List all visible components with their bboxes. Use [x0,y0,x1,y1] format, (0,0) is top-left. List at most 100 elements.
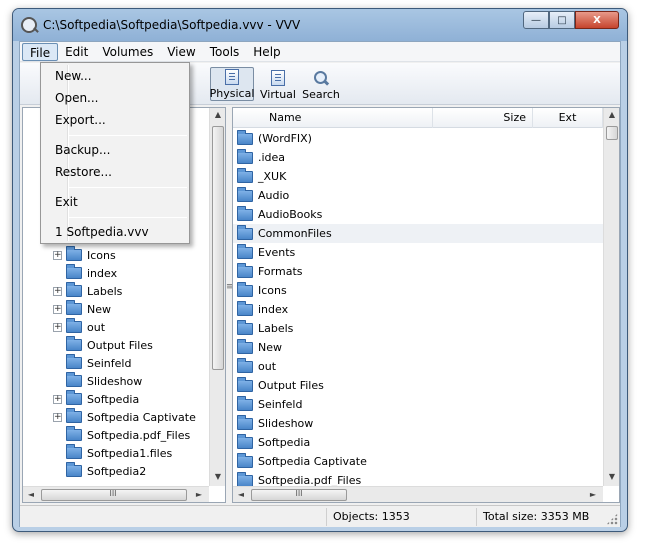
folder-icon [237,205,253,221]
folder-icon [237,243,253,259]
column-name[interactable]: Name [233,108,433,128]
tree-item[interactable]: index [53,264,117,282]
file-row[interactable]: Softpedia Captivate [233,452,603,471]
tree-item[interactable]: + out [53,318,105,336]
minimize-button[interactable]: — [523,11,549,29]
column-size[interactable]: Size [433,108,533,128]
tree-item[interactable]: + Softpedia [53,390,139,408]
expand-icon[interactable]: + [53,250,62,260]
file-row[interactable]: Output Files [233,376,603,395]
scroll-right-arrow[interactable]: ► [587,490,599,499]
file-row[interactable]: New [233,338,603,357]
folder-icon [66,372,82,387]
files-vertical-scrollbar[interactable]: ▲ ▼ [603,108,619,486]
tree-item[interactable]: Slideshow [53,372,142,390]
resize-grip[interactable] [606,513,618,525]
tree-item[interactable]: + New [53,300,111,318]
tree-item[interactable]: + Softpedia Captivate [53,408,196,426]
maximize-button[interactable]: □ [549,11,575,29]
tree-item[interactable]: + Icons [53,246,116,264]
expand-icon[interactable]: + [53,286,62,296]
menu-restore[interactable]: Restore... [43,162,187,183]
file-row[interactable]: AudioBooks [233,205,603,224]
scroll-down-arrow[interactable]: ▼ [604,472,619,481]
menu-tools[interactable]: Tools [203,43,247,61]
expand-icon[interactable]: + [53,304,62,314]
file-row[interactable]: (WordFIX) [233,129,603,148]
tree-item[interactable]: Softpedia2 [53,462,146,480]
scroll-grip: III [295,489,303,498]
file-row[interactable]: Events [233,243,603,262]
tree-item[interactable]: Output Files [53,336,153,354]
menu-separator [69,187,187,188]
expand-icon[interactable]: + [53,394,62,404]
file-row[interactable]: Softpedia [233,433,603,452]
virtual-button[interactable]: Virtual [258,67,298,101]
scroll-up-arrow[interactable]: ▲ [604,110,619,119]
tree-vertical-scrollbar[interactable]: ▲ ▼ [209,108,225,486]
scroll-left-arrow[interactable]: ◄ [25,490,37,499]
folder-icon [237,281,253,297]
menu-volumes[interactable]: Volumes [95,43,160,61]
tree-item[interactable]: Seinfeld [53,354,131,372]
scroll-thumb[interactable] [212,126,224,370]
tree-item-label: Output Files [87,338,153,352]
expand-icon[interactable]: + [53,412,62,422]
menu-view[interactable]: View [160,43,202,61]
physical-button[interactable]: Physical [210,67,254,101]
scroll-right-arrow[interactable]: ► [193,490,205,499]
file-row[interactable]: _XUK [233,167,603,186]
file-row[interactable]: Formats [233,262,603,281]
file-row[interactable]: Slideshow [233,414,603,433]
close-button[interactable]: X [575,11,619,29]
folder-icon [237,471,253,486]
tree-item[interactable]: + Labels [53,282,122,300]
column-ext[interactable]: Ext [533,108,603,128]
scroll-down-arrow[interactable]: ▼ [210,472,225,481]
file-name: AudioBooks [258,208,323,221]
menu-file[interactable]: File [22,42,59,61]
magnifier-icon [313,70,329,86]
file-row[interactable]: CommonFiles [233,224,603,243]
tree-item[interactable]: Softpedia1.files [53,444,172,462]
expand-icon[interactable]: + [53,322,62,332]
file-row[interactable]: out [233,357,603,376]
menu-new[interactable]: New... [43,66,187,87]
menu-export[interactable]: Export... [43,110,187,131]
files-horizontal-scrollbar[interactable]: ◄ III ► [233,486,603,502]
menu-edit[interactable]: Edit [58,43,95,61]
folder-icon [237,129,253,145]
menu-open[interactable]: Open... [43,88,187,109]
menu-separator [69,135,187,136]
file-row[interactable]: Labels [233,319,603,338]
menu-help[interactable]: Help [246,43,287,61]
tree-horizontal-scrollbar[interactable]: ◄ III ► [23,486,209,502]
file-list-pane: Name Size Ext (WordFIX) .idea _XUK Audio Aud… [232,107,620,503]
search-button[interactable]: Search [301,67,341,101]
file-row[interactable]: Softpedia.pdf_Files [233,471,603,486]
menu-recent-file[interactable]: 1 Softpedia.vvv [43,222,187,243]
file-row[interactable]: .idea [233,148,603,167]
scroll-thumb[interactable] [606,126,618,140]
menu-separator [69,217,187,218]
menu-backup[interactable]: Backup... [43,140,187,161]
file-row[interactable]: index [233,300,603,319]
folder-icon [237,300,253,316]
file-name: Audio [258,189,290,202]
file-row[interactable]: Audio [233,186,603,205]
title-bar[interactable]: C:\Softpedia\Softpedia\Softpedia.vvv - V… [13,9,627,41]
tree-item[interactable]: Softpedia.pdf_Files [53,426,190,444]
file-row[interactable]: Seinfeld [233,395,603,414]
folder-icon [66,300,82,315]
scroll-up-arrow[interactable]: ▲ [210,110,225,119]
app-search-icon[interactable] [21,17,37,33]
scroll-left-arrow[interactable]: ◄ [235,490,247,499]
menu-exit[interactable]: Exit [43,192,187,213]
file-row[interactable]: Icons [233,281,603,300]
folder-icon [237,186,253,202]
file-name: Icons [258,284,287,297]
